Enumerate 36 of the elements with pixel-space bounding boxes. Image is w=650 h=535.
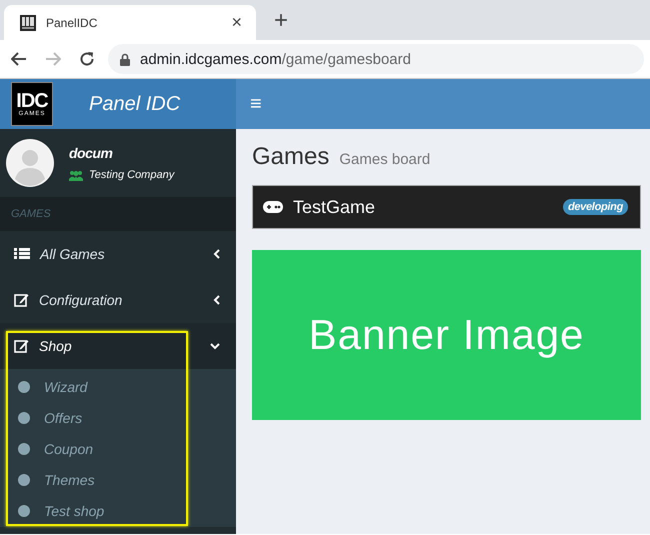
user-name: docum bbox=[69, 145, 114, 161]
users-icon bbox=[69, 170, 83, 180]
submenu-item[interactable]: Coupon bbox=[0, 433, 236, 465]
caret-down-icon bbox=[210, 342, 220, 350]
status-badge: developing bbox=[562, 199, 628, 215]
tab-title: PanelIDC bbox=[46, 16, 98, 30]
reload-icon bbox=[79, 51, 95, 67]
submenu-item[interactable]: Offers bbox=[0, 402, 236, 434]
avatar bbox=[6, 139, 54, 187]
submenu-item[interactable]: Themes bbox=[0, 464, 236, 496]
back-arrow-icon bbox=[11, 52, 27, 66]
menu-item[interactable]: Shop bbox=[0, 323, 236, 369]
company-name: Testing Company bbox=[89, 169, 174, 181]
browser-tab[interactable]: PanelIDC × bbox=[4, 5, 256, 40]
caret-left-icon bbox=[213, 249, 220, 259]
banner-text: Banner Image bbox=[308, 311, 584, 359]
address-bar[interactable]: admin.idcgames.com/game/gamesboard bbox=[108, 44, 644, 74]
menu-button[interactable]: ≡ bbox=[250, 92, 262, 116]
list-icon bbox=[14, 248, 30, 260]
page-subtitle: Games board bbox=[339, 151, 430, 168]
forward-arrow-icon bbox=[45, 52, 61, 66]
section-header: GAMES bbox=[0, 197, 236, 231]
logo-icon bbox=[20, 14, 36, 30]
new-tab-button[interactable]: + bbox=[268, 6, 294, 36]
submenu-item[interactable]: Test shop bbox=[0, 496, 236, 527]
gamepad-icon bbox=[263, 201, 283, 213]
edit-icon bbox=[14, 293, 29, 307]
edit-icon bbox=[14, 339, 29, 353]
caret-left-icon bbox=[213, 295, 220, 305]
submenu-item[interactable]: Wizard bbox=[0, 371, 236, 402]
brand-title: Panel IDC bbox=[89, 92, 180, 116]
close-tab-button[interactable]: × bbox=[227, 12, 246, 33]
game-name: TestGame bbox=[293, 196, 376, 218]
lock-icon bbox=[120, 52, 130, 66]
page-title: Games bbox=[252, 143, 330, 171]
url-text: admin.idcgames.com/game/gamesboard bbox=[140, 50, 411, 68]
